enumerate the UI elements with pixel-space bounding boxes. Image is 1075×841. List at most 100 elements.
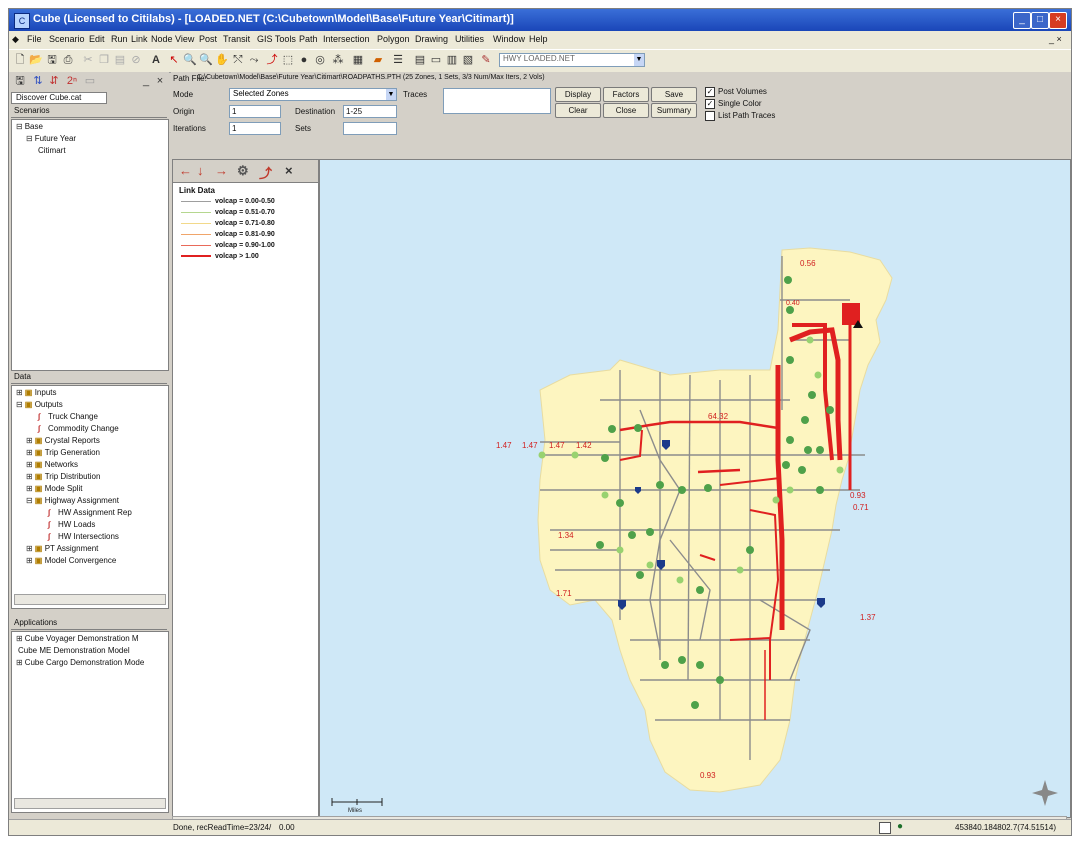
- cube-app-icon[interactable]: C: [14, 13, 30, 29]
- pencil-icon[interactable]: ✎: [479, 53, 493, 67]
- mode-select[interactable]: Selected Zones ▼: [229, 88, 397, 101]
- tree-item[interactable]: ⊟ ▣ Highway Assignment: [26, 496, 119, 505]
- expander-icon[interactable]: ⊞: [26, 472, 33, 481]
- menu-node[interactable]: Node: [151, 34, 173, 44]
- expander-icon[interactable]: ⊞: [16, 658, 23, 667]
- data-horizontal-scrollbar[interactable]: [14, 594, 166, 605]
- expander-icon[interactable]: ⊟: [16, 122, 23, 131]
- panel-minimize-icon[interactable]: _: [139, 74, 153, 88]
- close-button[interactable]: ×: [1049, 12, 1067, 29]
- mode-dropdown-icon[interactable]: ▼: [386, 89, 396, 100]
- tree-item[interactable]: ∫ HW Assignment Rep: [46, 508, 132, 517]
- menu-intersection[interactable]: Intersection: [323, 34, 370, 44]
- factors-button[interactable]: Factors: [603, 87, 649, 102]
- tab-discover-catalog[interactable]: Discover Cube.cat: [11, 92, 107, 104]
- pan-hand-icon[interactable]: ✋: [215, 53, 229, 67]
- apps-horizontal-scrollbar[interactable]: [14, 798, 166, 809]
- tree-item[interactable]: ⊞ ▣ Model Convergence: [26, 556, 116, 565]
- menu-polygon[interactable]: Polygon: [377, 34, 410, 44]
- expander-icon[interactable]: ⊞: [26, 460, 33, 469]
- save-button[interactable]: Save: [651, 87, 697, 102]
- panel-close-icon[interactable]: ×: [153, 74, 167, 88]
- tree-item[interactable]: ⊞ ▣ Trip Generation: [26, 448, 100, 457]
- menu-edit[interactable]: Edit: [89, 34, 105, 44]
- text-tool-icon[interactable]: A: [149, 53, 163, 67]
- tree-item[interactable]: ∫ Truck Change: [36, 412, 98, 421]
- tree-item[interactable]: ⊟ Base: [16, 122, 43, 131]
- save-catalog-icon[interactable]: 🖫: [13, 74, 27, 88]
- menu-view[interactable]: View: [175, 34, 194, 44]
- checkbox-box[interactable]: ✓: [705, 99, 715, 109]
- compass-rose-icon[interactable]: [1032, 780, 1058, 806]
- menu-path[interactable]: Path: [299, 34, 318, 44]
- tree-item[interactable]: ∫ HW Loads: [46, 520, 95, 529]
- network-map[interactable]: 0.56 0.40 64.32 1.47 1.47 1.47 1.42 0.93…: [320, 160, 1070, 817]
- menu-window[interactable]: Window: [493, 34, 525, 44]
- list-path-traces-checkbox[interactable]: List Path Traces: [705, 111, 775, 121]
- tree-item[interactable]: ⊞ ▣ PT Assignment: [26, 544, 98, 553]
- report-icon[interactable]: ▤: [413, 53, 427, 67]
- close-path-button[interactable]: Close: [603, 103, 649, 118]
- mdi-doc-icon[interactable]: ◆: [12, 34, 19, 45]
- menu-file[interactable]: File: [27, 34, 42, 44]
- save-icon[interactable]: 🖫: [45, 53, 59, 67]
- iterations-input[interactable]: 1: [229, 122, 281, 135]
- paste-icon[interactable]: ▤: [113, 53, 127, 67]
- clear-button[interactable]: Clear: [555, 103, 601, 118]
- checkbox-box[interactable]: ✓: [705, 87, 715, 97]
- cancel-icon[interactable]: ⊘: [129, 53, 143, 67]
- sort-icon[interactable]: ⇅: [31, 74, 45, 88]
- cut-icon[interactable]: ✂: [81, 53, 95, 67]
- post-volumes-checkbox[interactable]: ✓ Post Volumes: [705, 87, 767, 97]
- menu-help[interactable]: Help: [529, 34, 548, 44]
- tree-item[interactable]: ⊞ ▣ Trip Distribution: [26, 472, 100, 481]
- arrow-down-icon[interactable]: ↓: [197, 163, 204, 178]
- expander-icon[interactable]: ⊞: [26, 484, 33, 493]
- map-canvas[interactable]: 0.56 0.40 64.32 1.47 1.47 1.47 1.42 0.93…: [319, 159, 1071, 818]
- arrow-left-icon[interactable]: ←: [179, 163, 192, 178]
- menu-run[interactable]: Run: [111, 34, 128, 44]
- split-link-icon[interactable]: ⤳: [247, 53, 261, 67]
- tree-item[interactable]: Citimart: [36, 146, 66, 155]
- apps-icon[interactable]: 2ⁿ: [65, 74, 79, 88]
- globe-icon[interactable]: ●: [297, 53, 311, 67]
- checkbox-box[interactable]: [705, 111, 715, 121]
- select-arrow-icon[interactable]: ↖: [167, 53, 181, 67]
- single-color-checkbox[interactable]: ✓ Single Color: [705, 99, 762, 109]
- zoom-in-icon[interactable]: 🔍: [183, 53, 197, 67]
- path-tool-icon[interactable]: ⤴: [265, 53, 279, 67]
- mdi-minimize-icon[interactable]: _ ×: [1049, 34, 1062, 44]
- status-checkbox[interactable]: [879, 822, 891, 834]
- table-icon[interactable]: ▥: [445, 53, 459, 67]
- expander-icon[interactable]: ⊞: [16, 634, 23, 643]
- expander-icon[interactable]: ⊞: [16, 388, 23, 397]
- tree-item[interactable]: ⊞ ▣ Mode Split: [26, 484, 83, 493]
- tree-item[interactable]: ⊞ ▣ Networks: [26, 460, 78, 469]
- tree-item[interactable]: ⊞ ▣ Crystal Reports: [26, 436, 100, 445]
- copy-icon[interactable]: ❐: [97, 53, 111, 67]
- tree-item[interactable]: ⊟ ▣ Outputs: [16, 400, 63, 409]
- display-button[interactable]: Display: [555, 87, 601, 102]
- minimize-button[interactable]: _: [1013, 12, 1031, 29]
- summary-button[interactable]: Summary: [651, 103, 697, 118]
- arrow-right-icon[interactable]: →: [215, 163, 228, 178]
- expander-icon[interactable]: ⊞: [26, 436, 33, 445]
- tree-item[interactable]: ⊞ ▣ Inputs: [16, 388, 57, 397]
- open-folder-icon[interactable]: 📂: [29, 53, 43, 67]
- layout-icon[interactable]: ▧: [461, 53, 475, 67]
- expander-icon[interactable]: ⊞: [26, 448, 33, 457]
- menu-post[interactable]: Post: [199, 34, 217, 44]
- layer-settings-icon[interactable]: ⚙: [237, 163, 249, 179]
- disabled-icon[interactable]: ▭: [83, 74, 97, 88]
- expander-icon[interactable]: ⊟: [16, 400, 23, 409]
- expander-icon[interactable]: ⊞: [26, 544, 33, 553]
- tree-item[interactable]: ⊞ Cube Voyager Demonstration M: [16, 634, 139, 643]
- traces-field[interactable]: [443, 88, 551, 114]
- menu-scenario[interactable]: Scenario: [49, 34, 85, 44]
- scissor-link-icon[interactable]: ⤲: [231, 53, 245, 67]
- menu-transit[interactable]: Transit: [223, 34, 250, 44]
- target-icon[interactable]: ◎: [313, 53, 327, 67]
- menu-link[interactable]: Link: [131, 34, 148, 44]
- sets-input[interactable]: [343, 122, 397, 135]
- layer-combo[interactable]: HWY LOADED.NET ▼: [499, 53, 645, 67]
